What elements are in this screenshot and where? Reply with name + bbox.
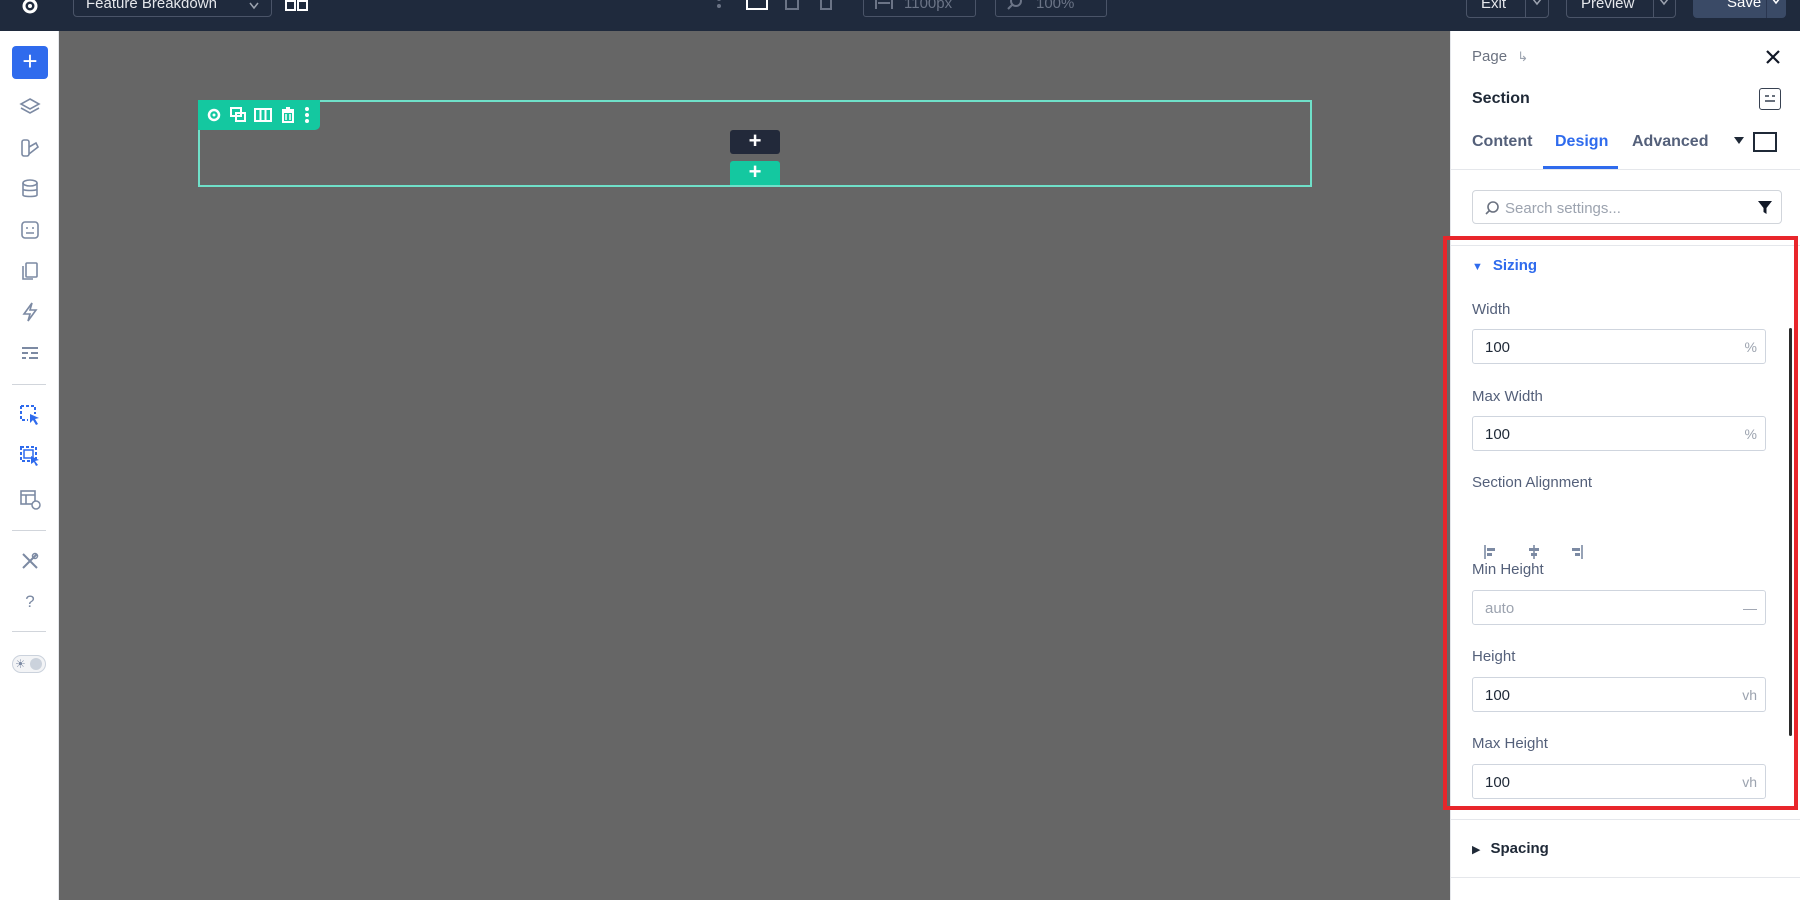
preview-layout-icon[interactable]: [17, 486, 43, 512]
grid-view-icon[interactable]: [285, 0, 309, 14]
trash-icon[interactable]: [279, 106, 297, 124]
more-vertical-icon[interactable]: [298, 106, 316, 124]
caret-down-icon[interactable]: [1734, 137, 1744, 145]
search-input[interactable]: [1505, 198, 1735, 218]
chevron-down-icon[interactable]: [1659, 0, 1669, 6]
top-toolbar: Feature Breakdown 1100px 100% Exit Previ…: [0, 0, 1800, 31]
highlight-annotation: [1443, 236, 1798, 810]
breadcrumb-page[interactable]: Page: [1472, 48, 1507, 65]
desktop-view-icon[interactable]: [745, 0, 769, 12]
layers-icon[interactable]: [17, 94, 43, 120]
chevron-down-icon: [249, 0, 259, 15]
theme-toggle[interactable]: ☀: [12, 655, 46, 673]
settings-gear-icon[interactable]: [18, 0, 42, 18]
preview-button[interactable]: Preview: [1566, 0, 1676, 18]
add-section-button[interactable]: +: [730, 161, 780, 185]
sun-icon: ☀: [15, 657, 26, 671]
divider: [1451, 877, 1800, 878]
pages-icon[interactable]: [17, 258, 43, 284]
page-name: Feature Breakdown: [86, 0, 217, 12]
save-button[interactable]: Save: [1693, 0, 1786, 18]
canvas-width-field[interactable]: 1100px: [863, 0, 976, 17]
device-preview-icon[interactable]: [1753, 132, 1777, 152]
zoom-field[interactable]: 100%: [995, 0, 1107, 17]
builder-canvas[interactable]: + +: [59, 31, 1450, 900]
zoom-value: 100%: [1036, 0, 1075, 12]
forms-icon[interactable]: [17, 217, 43, 243]
chevron-down-icon[interactable]: [1771, 0, 1781, 5]
divider: [1525, 0, 1526, 17]
add-row-button[interactable]: +: [730, 130, 780, 154]
tools-icon[interactable]: [17, 548, 43, 574]
toggle-knob: [30, 658, 42, 670]
panel-title: Section: [1472, 90, 1530, 107]
spacing-group-toggle[interactable]: ▶ Spacing: [1472, 840, 1549, 857]
breadcrumb-arrow-icon: ↳: [1517, 49, 1529, 64]
divider: [12, 530, 46, 531]
templates-icon[interactable]: [17, 340, 43, 366]
breadcrumb[interactable]: Page ↳: [1472, 48, 1528, 65]
settings-icon[interactable]: [205, 106, 223, 124]
more-options-icon[interactable]: [716, 0, 722, 12]
canvas-width-value: 1100px: [904, 0, 953, 12]
preview-label: Preview: [1581, 0, 1635, 12]
page-selector[interactable]: Feature Breakdown: [73, 0, 272, 17]
interactions-bolt-icon[interactable]: [17, 299, 43, 325]
add-element-button[interactable]: +: [12, 46, 48, 79]
spacing-heading: Spacing: [1490, 840, 1549, 857]
phone-view-icon[interactable]: [820, 0, 832, 12]
close-icon[interactable]: [1763, 47, 1783, 67]
tab-content[interactable]: Content: [1472, 133, 1532, 151]
settings-search[interactable]: [1472, 190, 1782, 224]
palette-icon[interactable]: [17, 135, 43, 161]
select-element-icon[interactable]: [17, 402, 43, 428]
caret-right-icon: ▶: [1472, 844, 1481, 856]
tab-advanced[interactable]: Advanced: [1632, 133, 1708, 151]
search-icon: [1485, 201, 1499, 215]
exit-label: Exit: [1481, 0, 1507, 12]
exit-button[interactable]: Exit: [1466, 0, 1549, 18]
divider: [1766, 0, 1767, 18]
tab-design[interactable]: Design: [1555, 133, 1608, 151]
save-label: Save: [1727, 0, 1762, 11]
element-options-icon[interactable]: [1759, 88, 1781, 110]
divider: [1451, 169, 1800, 170]
divider: [12, 384, 46, 385]
chevron-down-icon[interactable]: [1532, 0, 1542, 6]
help-icon[interactable]: ?: [17, 589, 43, 615]
divider: [1653, 0, 1654, 17]
section-toolbar: [198, 100, 320, 130]
columns-icon[interactable]: [254, 106, 272, 124]
left-sidebar: + ? ☀: [0, 31, 59, 900]
divider: [12, 631, 46, 632]
zoom-icon: [1007, 0, 1022, 10]
select-multiple-icon[interactable]: [17, 443, 43, 469]
divider: [1451, 819, 1800, 820]
width-icon: [875, 0, 893, 9]
duplicate-icon[interactable]: [229, 106, 247, 124]
filter-icon[interactable]: [1757, 200, 1773, 216]
database-icon[interactable]: [17, 176, 43, 202]
tablet-view-icon[interactable]: [785, 0, 799, 12]
